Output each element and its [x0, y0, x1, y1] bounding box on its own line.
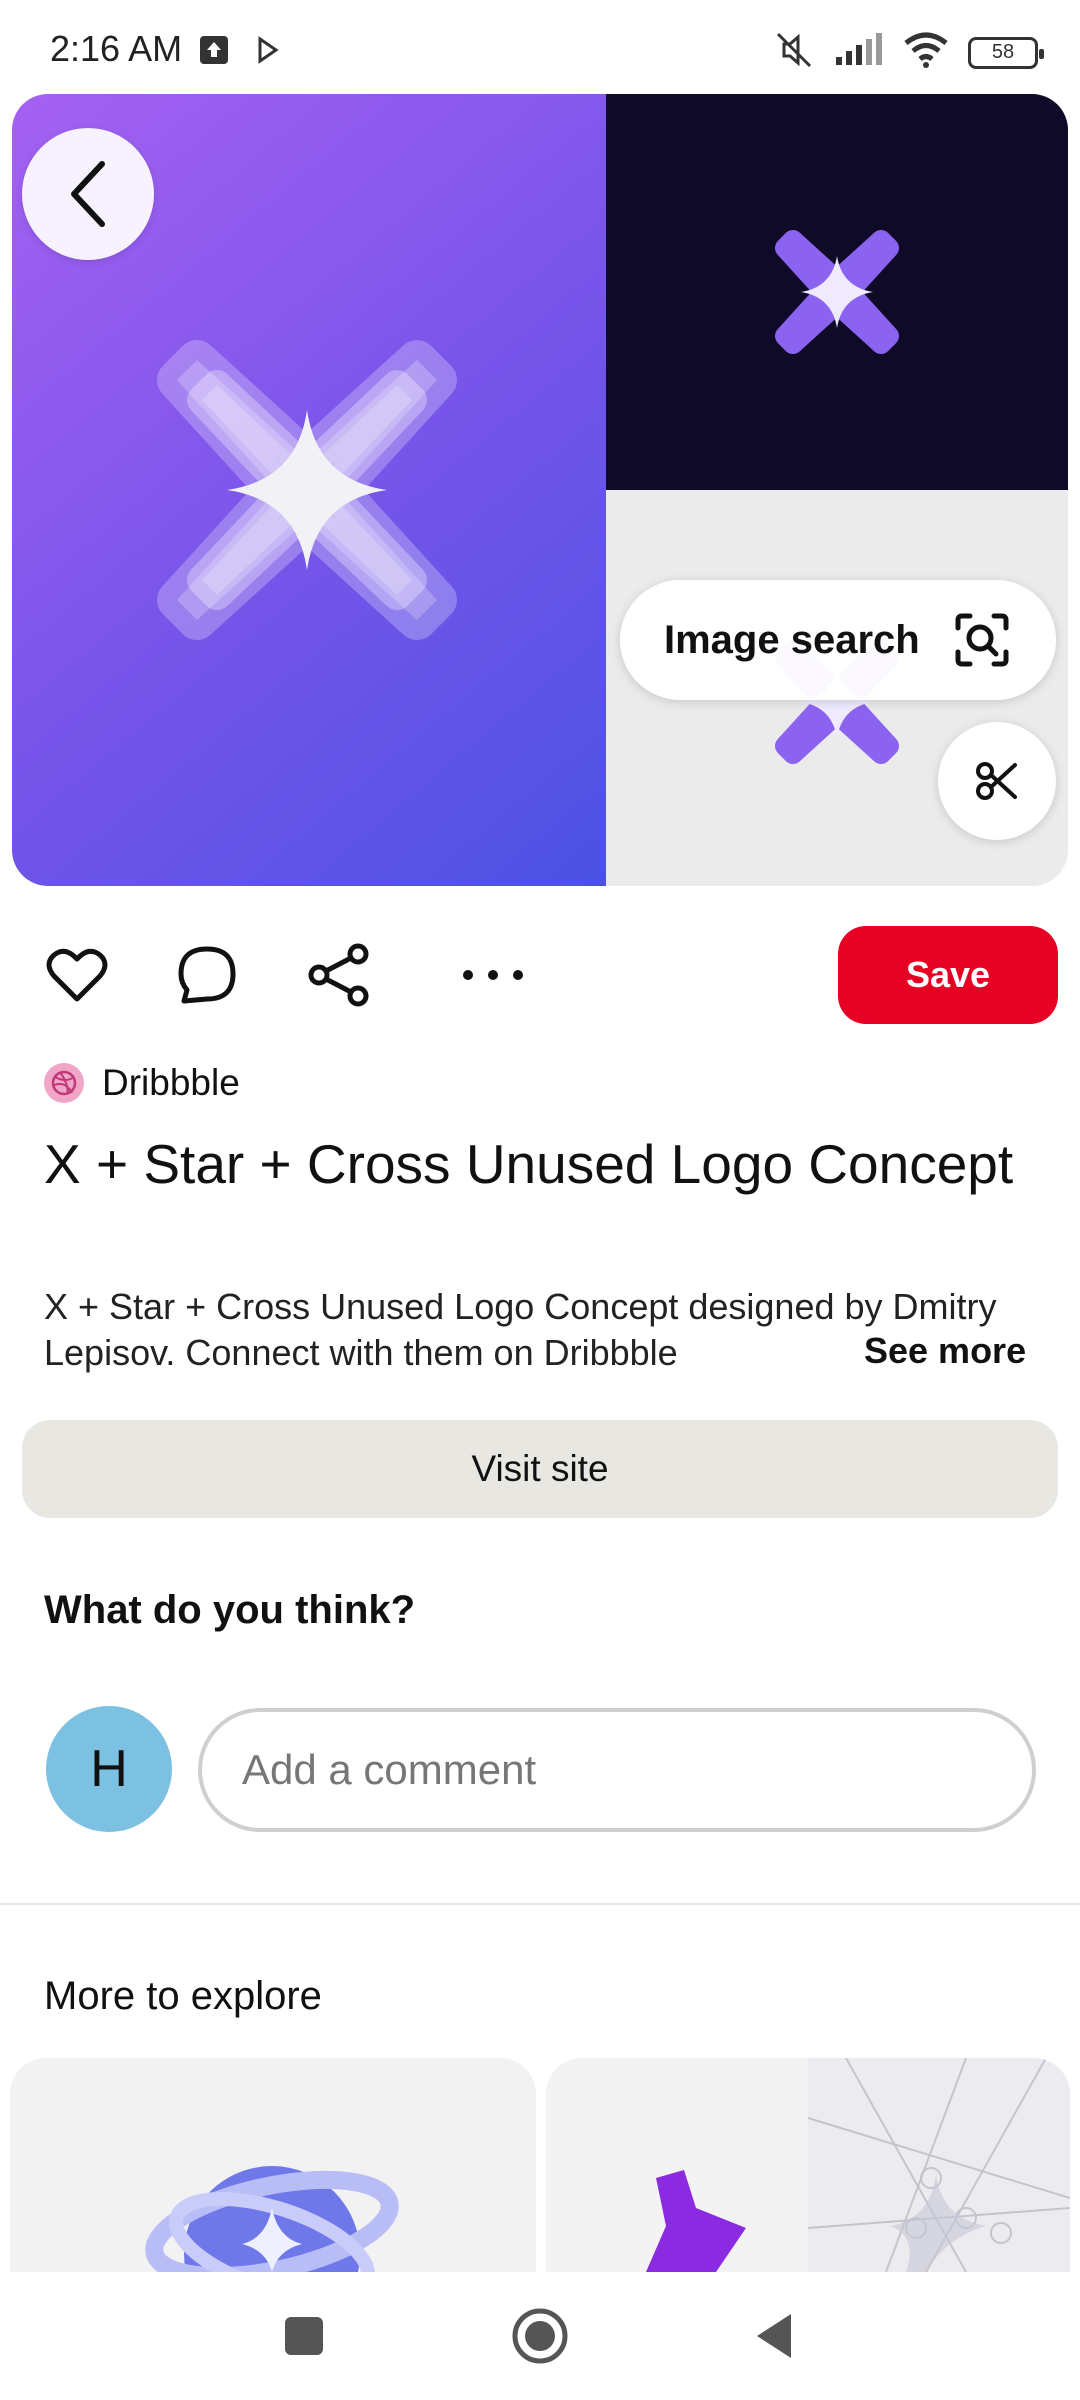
status-icons: 58 [772, 30, 1044, 75]
back-nav-button[interactable] [740, 2302, 808, 2370]
x-star-logo-small-dark [775, 230, 899, 354]
image-search-button[interactable]: Image search [620, 580, 1056, 700]
explore-card[interactable] [10, 2058, 536, 2272]
save-button[interactable]: Save [838, 926, 1058, 1024]
upload-notification-icon [200, 36, 228, 64]
description-fade [790, 1330, 850, 1376]
pin-actions: Save [0, 920, 1080, 1030]
comments-heading: What do you think? [44, 1588, 416, 1632]
dribbble-logo-icon [44, 1063, 84, 1103]
explore-card-image [546, 2058, 1070, 2272]
pin-source[interactable]: Dribbble [44, 1062, 240, 1104]
comment-input[interactable] [198, 1708, 1036, 1832]
signal-icon [834, 33, 884, 72]
play-store-icon [256, 36, 280, 69]
status-time: 2:16 AM [50, 28, 183, 69]
heart-icon[interactable] [44, 942, 110, 1008]
more-options-icon[interactable] [460, 942, 526, 1008]
explore-card[interactable] [546, 2058, 1070, 2272]
chevron-left-icon [71, 161, 105, 227]
home-button[interactable] [506, 2302, 574, 2370]
comment-icon[interactable] [174, 942, 240, 1008]
mute-icon [772, 30, 816, 75]
status-bar: 2:16 AM 58 [0, 0, 1080, 92]
share-icon[interactable] [306, 942, 372, 1008]
scissors-icon [976, 762, 1017, 800]
lens-search-icon [955, 613, 1009, 667]
explore-heading: More to explore [44, 1974, 322, 2018]
visit-site-button[interactable]: Visit site [22, 1420, 1058, 1518]
avatar: H [46, 1706, 172, 1832]
battery-indicator: 58 [968, 36, 1044, 69]
wifi-icon [902, 31, 950, 74]
image-search-label: Image search [664, 617, 920, 662]
source-name: Dribbble [102, 1062, 240, 1103]
system-nav-bar [0, 2272, 1080, 2400]
pin-image[interactable] [12, 94, 1068, 886]
crop-button[interactable] [938, 722, 1056, 840]
divider [0, 1903, 1080, 1905]
dark-logo-panel [606, 94, 1068, 490]
recents-button[interactable] [270, 2302, 338, 2370]
see-more-link[interactable]: See more [860, 1330, 1027, 1372]
explore-card-image [145, 2166, 399, 2272]
pin-title: X + Star + Cross Unused Logo Concept [44, 1133, 1014, 1195]
back-button[interactable] [22, 128, 154, 260]
